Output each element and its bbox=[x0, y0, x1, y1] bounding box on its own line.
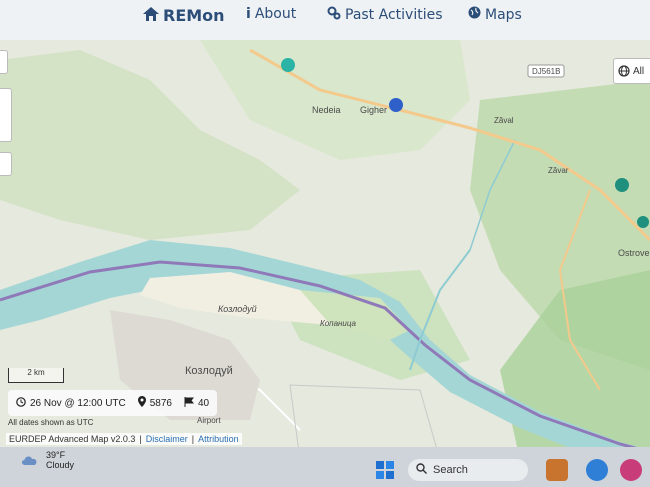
home-icon bbox=[143, 6, 159, 25]
datetime-text: 26 Nov @ 12:00 UTC bbox=[30, 397, 126, 409]
flag-count-item: 40 bbox=[184, 396, 210, 410]
info-icon: i bbox=[246, 6, 251, 22]
nav-past-activities-label: Past Activities bbox=[345, 7, 443, 23]
place-label-ostrove: Ostrove bbox=[618, 248, 650, 258]
clock-icon bbox=[16, 396, 26, 410]
locate-button[interactable] bbox=[0, 152, 12, 176]
nav-past-activities[interactable]: Past Activities bbox=[327, 6, 443, 24]
brand-link[interactable]: REMon bbox=[143, 6, 225, 25]
nav-maps[interactable]: Maps bbox=[468, 6, 522, 23]
place-label-gigher: Gigher bbox=[360, 105, 387, 115]
disclaimer-link[interactable]: Disclaimer bbox=[146, 434, 188, 444]
map-scale: 2 km bbox=[8, 368, 64, 383]
weather-temp: 39°F bbox=[46, 450, 66, 460]
scale-label: 2 km bbox=[27, 368, 45, 377]
nav-maps-label: Maps bbox=[485, 6, 522, 23]
place-label-kopanica: Копаница bbox=[320, 319, 357, 328]
top-navbar: REMon i About Past Activities Maps bbox=[0, 0, 650, 40]
zoom-controls[interactable] bbox=[0, 88, 12, 142]
nav-about[interactable]: i About bbox=[246, 6, 296, 22]
flag-count: 40 bbox=[198, 397, 210, 409]
place-label-kozloduy-town: Козлодуй bbox=[185, 365, 233, 377]
briefcase-icon[interactable] bbox=[546, 459, 568, 481]
place-label-nedeia: Nedeia bbox=[312, 105, 341, 115]
cloud-icon bbox=[20, 452, 40, 468]
station-marker[interactable] bbox=[615, 178, 629, 192]
globe-icon bbox=[618, 62, 630, 81]
station-marker[interactable] bbox=[389, 98, 403, 112]
footer-separator: | bbox=[139, 434, 142, 444]
attribution-link[interactable]: Attribution bbox=[198, 434, 239, 444]
map-footer: EURDEP Advanced Map v2.0.3 | Disclaimer … bbox=[6, 433, 242, 445]
place-label-kozloduy-island: Козлодуй bbox=[218, 304, 257, 314]
station-count: 5876 bbox=[149, 397, 172, 409]
road-badge: DJ561B bbox=[532, 67, 560, 76]
datetime-item[interactable]: 26 Nov @ 12:00 UTC bbox=[16, 396, 126, 410]
layer-selector-label: All bbox=[633, 65, 645, 77]
windows-start-icon[interactable] bbox=[374, 459, 396, 481]
utc-note: All dates shown as UTC bbox=[8, 418, 94, 427]
layer-selector[interactable]: All bbox=[613, 58, 650, 84]
station-count-item: 5876 bbox=[137, 396, 172, 410]
place-label-zavar: Zăvar bbox=[548, 166, 569, 175]
weather-widget[interactable]: 39°F Cloudy bbox=[20, 450, 74, 470]
search-icon bbox=[416, 463, 427, 477]
search-label: Search bbox=[433, 464, 468, 476]
info-bar: 26 Nov @ 12:00 UTC 5876 40 bbox=[8, 390, 218, 416]
app-icon[interactable] bbox=[620, 459, 642, 481]
station-marker[interactable] bbox=[637, 216, 649, 228]
nav-about-label: About bbox=[254, 6, 297, 22]
place-label-zaval: Zăval bbox=[494, 116, 514, 125]
map-pin-icon bbox=[137, 396, 146, 410]
place-label-airport: Airport bbox=[197, 416, 221, 425]
gears-icon bbox=[327, 6, 341, 24]
station-marker[interactable] bbox=[281, 58, 295, 72]
version-text: EURDEP Advanced Map v2.0.3 bbox=[9, 434, 136, 444]
brand-title: REMon bbox=[163, 6, 225, 25]
footer-separator: | bbox=[191, 434, 195, 444]
flag-icon bbox=[184, 396, 195, 410]
chat-icon[interactable] bbox=[586, 459, 608, 481]
taskbar-search[interactable]: Search bbox=[408, 459, 528, 481]
zoom-in-button[interactable] bbox=[0, 50, 8, 74]
globe-icon bbox=[468, 6, 481, 23]
weather-condition: Cloudy bbox=[46, 460, 75, 470]
